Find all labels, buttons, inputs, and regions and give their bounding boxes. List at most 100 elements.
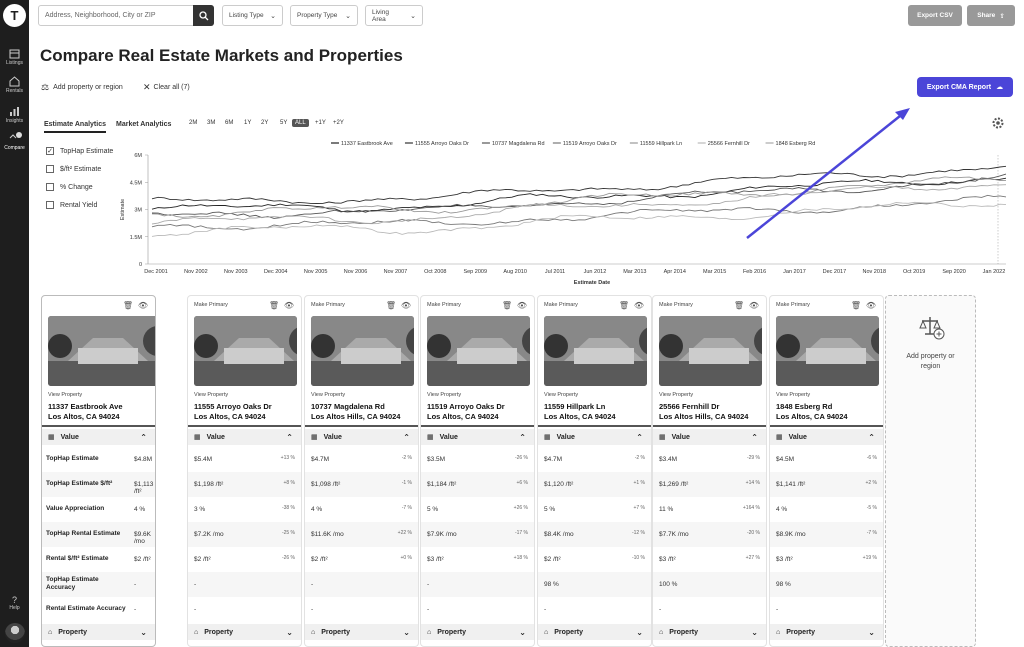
trash-icon[interactable]: 🗑 (269, 301, 279, 310)
value-section-header[interactable]: ▦ Value ⌃ (421, 429, 534, 445)
view-property-link[interactable]: View Property (427, 392, 461, 398)
table-row: $7.9K /mo -17 % (421, 522, 534, 547)
trash-icon[interactable]: 🗑 (502, 301, 512, 310)
home-icon: ⌂ (776, 628, 781, 636)
trash-icon[interactable]: 🗑 (734, 301, 744, 310)
view-property-link[interactable]: View Property (776, 392, 810, 398)
add-property-button[interactable]: ⚖ Add property or region (41, 82, 123, 93)
view-property-link[interactable]: View Property (544, 392, 578, 398)
trash-icon[interactable]: 🗑 (851, 301, 861, 310)
range-2y[interactable]: 2Y (258, 119, 271, 127)
view-property-link[interactable]: View Property (311, 392, 345, 398)
eye-icon[interactable]: 👁 (749, 301, 759, 310)
view-property-link[interactable]: View Property (659, 392, 693, 398)
calculator-icon: ▦ (776, 434, 783, 441)
property-type-dropdown[interactable]: Property Type ⌄ (290, 5, 358, 26)
trash-icon[interactable]: 🗑 (386, 301, 396, 310)
calculator-icon: ▦ (544, 434, 551, 441)
eye-icon[interactable]: 👁 (866, 301, 876, 310)
option-price-per-sqft[interactable]: $/ft² Estimate (46, 165, 101, 173)
eye-icon[interactable]: 👁 (138, 301, 148, 310)
property-section-header[interactable]: ⌂ Property ⌄ (421, 624, 534, 640)
value-section-header[interactable]: ▦ Value ⌃ (538, 429, 651, 445)
table-row: - (188, 572, 301, 597)
property-section-header[interactable]: ⌂ Property ⌄ (42, 624, 155, 640)
make-primary-button[interactable]: Make Primary (194, 302, 228, 308)
sidebar-item-listings[interactable]: Listings (0, 48, 29, 66)
legend-entry: 11337 Eastbrook Ave (341, 141, 393, 147)
trash-icon[interactable]: 🗑 (123, 301, 133, 310)
view-property-link[interactable]: View Property (48, 392, 82, 398)
range-1y[interactable]: 1Y (241, 119, 254, 127)
make-primary-button[interactable]: Make Primary (311, 302, 345, 308)
checkbox[interactable] (46, 183, 54, 191)
property-section-header[interactable]: ⌂ Property ⌄ (538, 624, 651, 640)
tab-market-analytics[interactable]: Market Analytics (116, 121, 171, 128)
chevron-down-icon: ⌄ (410, 12, 416, 20)
export-cma-button[interactable]: Export CMA Report ☁ (917, 77, 1013, 97)
sidebar-item-rentals[interactable]: Rentals (0, 76, 29, 94)
property-photo (48, 316, 155, 386)
add-property-card[interactable]: Add property or region (885, 295, 976, 647)
chevron-up-icon: ⌃ (519, 432, 526, 442)
tophap-logo[interactable]: T (3, 4, 26, 27)
share-button[interactable]: Share ⇪ (967, 5, 1015, 26)
make-primary-button[interactable]: Make Primary (659, 302, 693, 308)
range-2m[interactable]: 2M (186, 119, 200, 127)
make-primary-button[interactable]: Make Primary (776, 302, 810, 308)
eye-icon[interactable]: 👁 (634, 301, 644, 310)
y-tick-label: 3M (134, 208, 142, 214)
sidebar-item-compare[interactable]: Compare (0, 132, 29, 151)
range-all[interactable]: ALL (292, 119, 309, 127)
cloud-upload-icon: ☁ (996, 84, 1004, 91)
option-rental-yield[interactable]: Rental Yield (46, 201, 97, 209)
arrow-annotation (746, 108, 910, 239)
clear-all-button[interactable]: ✕ Clear all (7) (143, 82, 190, 93)
view-property-link[interactable]: View Property (194, 392, 228, 398)
make-primary-button[interactable]: Make Primary (427, 302, 461, 308)
property-section-header[interactable]: ⌂ Property ⌄ (305, 624, 418, 640)
export-csv-button[interactable]: Export CSV (908, 5, 962, 26)
option-percent-change[interactable]: % Change (46, 183, 93, 191)
sidebar-item-help[interactable]: ? Help (0, 595, 29, 611)
value-section-header[interactable]: ▦ Value ⌃ (653, 429, 766, 445)
compare-icon (9, 132, 22, 139)
trash-icon[interactable]: 🗑 (619, 301, 629, 310)
checkbox[interactable] (46, 165, 54, 173)
value-section-header[interactable]: ▦ Value ⌃ (42, 429, 155, 445)
x-tick-label: Feb 2016 (743, 269, 766, 275)
sidebar-item-insights[interactable]: Insights (0, 106, 29, 124)
value-section-header[interactable]: ▦ Value ⌃ (305, 429, 418, 445)
property-section-header[interactable]: ⌂ Property ⌄ (770, 624, 883, 640)
living-area-dropdown[interactable]: Living Area ⌄ (365, 5, 423, 26)
table-row: $2 /ft² -10 % (544, 555, 645, 563)
calculator-icon: ▦ (194, 434, 201, 441)
avatar[interactable] (5, 623, 25, 643)
listing-type-dropdown[interactable]: Listing Type ⌄ (222, 5, 283, 26)
table-row: $4.7M -2 % (311, 455, 412, 463)
value-section-header[interactable]: ▦ Value ⌃ (770, 429, 883, 445)
property-section-header[interactable]: ⌂ Property ⌄ (188, 624, 301, 640)
make-primary-button[interactable]: Make Primary (544, 302, 578, 308)
table-row: $7.7K /mo -20 % (653, 522, 766, 547)
property-card: Make Primary 🗑 👁 View Property 1848 Esberg … (769, 295, 884, 647)
checkbox[interactable] (46, 201, 54, 209)
range-3m[interactable]: 3M (204, 119, 218, 127)
settings-button[interactable] (991, 116, 1005, 135)
option-tophap-estimate[interactable]: ✓ TopHap Estimate (46, 147, 113, 155)
eye-icon[interactable]: 👁 (401, 301, 411, 310)
checkbox[interactable]: ✓ (46, 147, 54, 155)
search-input[interactable]: Address, Neighborhood, City or ZIP (38, 5, 214, 26)
eye-icon[interactable]: 👁 (284, 301, 294, 310)
property-section-header[interactable]: ⌂ Property ⌄ (653, 624, 766, 640)
value-section-header[interactable]: ▦ Value ⌃ (188, 429, 301, 445)
range-plus-1y[interactable]: +1Y (312, 119, 329, 127)
tab-estimate-analytics[interactable]: Estimate Analytics (44, 121, 106, 133)
eye-icon[interactable]: 👁 (517, 301, 527, 310)
range-5y[interactable]: 5Y (277, 119, 290, 127)
range-plus-2y[interactable]: +2Y (330, 119, 347, 127)
search-button[interactable] (193, 5, 214, 26)
range-6m[interactable]: 6M (222, 119, 236, 127)
x-axis-label: Estimate Date (574, 280, 610, 286)
x-tick-label: Nov 2006 (344, 269, 368, 275)
